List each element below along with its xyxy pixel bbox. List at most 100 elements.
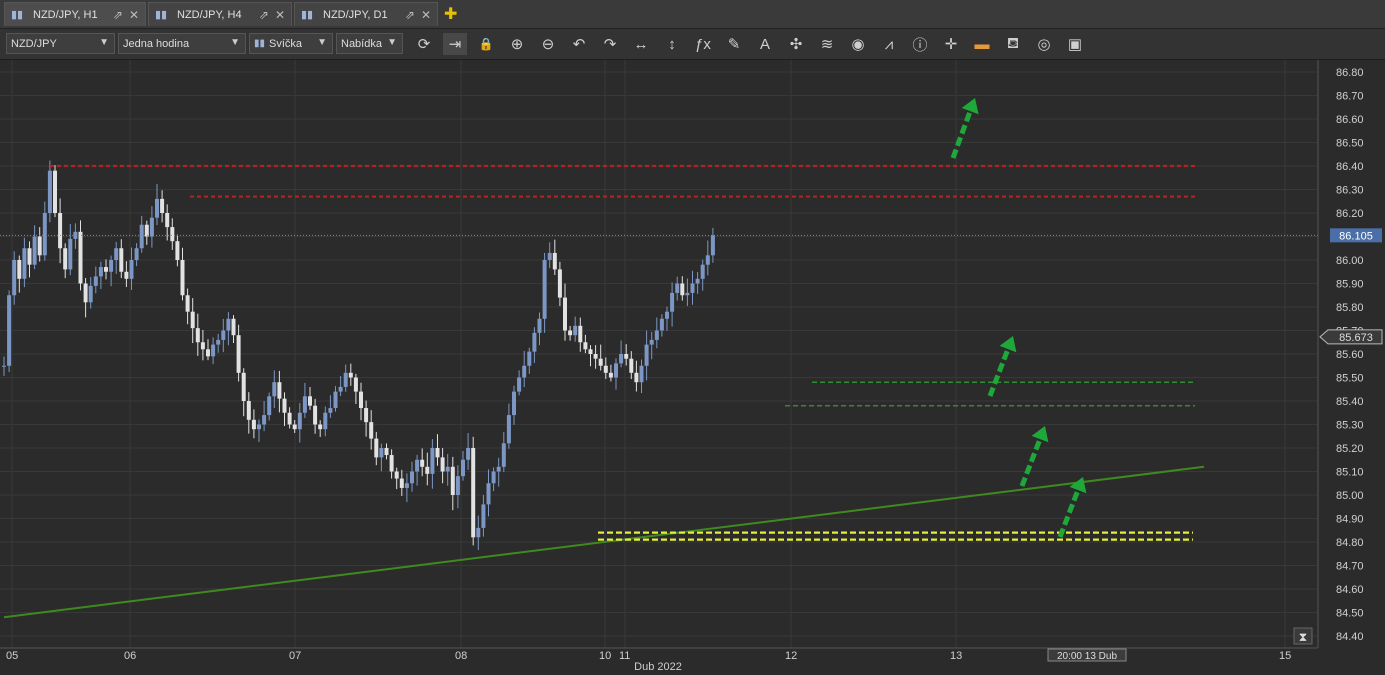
autoscale-button[interactable]: ⧗ — [1293, 627, 1313, 645]
candle-body — [496, 466, 501, 472]
vertical-scale-icon[interactable]: ↕ — [660, 33, 684, 55]
candle-body — [348, 372, 353, 378]
y-tick-label: 84.40 — [1336, 631, 1364, 643]
candle-body — [42, 213, 47, 256]
candle-body — [353, 377, 358, 392]
add-chart-icon[interactable]: ✚ — [444, 4, 457, 24]
x-tick-label: 06 — [124, 650, 136, 662]
candlestick-icon: ▮▮ — [155, 8, 168, 21]
reset-icon[interactable]: ◎ — [1032, 33, 1056, 55]
time-axis[interactable] — [0, 648, 1385, 675]
candle-body — [690, 283, 695, 293]
candle-body — [251, 419, 256, 430]
candle-body — [710, 235, 715, 256]
candle-body — [78, 231, 83, 284]
tab-bar: ▮▮ NZD/JPY, H1 ⇗ ✕ ▮▮ NZD/JPY, H4 ⇗ ✕ ▮▮… — [0, 0, 1385, 29]
close-icon[interactable]: ✕ — [421, 8, 431, 22]
candle-body — [629, 358, 634, 373]
tab-nzdjpy-h1[interactable]: ▮▮ NZD/JPY, H1 ⇗ ✕ — [4, 2, 146, 26]
candle-body — [180, 260, 185, 296]
candle-body — [119, 248, 124, 272]
candle-body — [608, 372, 613, 378]
candle-body — [206, 349, 210, 357]
candle-body — [440, 457, 445, 472]
undo-icon[interactable]: ↶ — [567, 33, 591, 55]
candle-body — [593, 354, 598, 359]
candle-body — [506, 415, 511, 444]
tab-label: NZD/JPY, D1 — [323, 8, 388, 21]
tab-nzdjpy-h4[interactable]: ▮▮ NZD/JPY, H4 ⇗ ✕ — [148, 2, 292, 26]
lock-icon[interactable]: 🔒 — [474, 33, 498, 55]
color-bar-icon[interactable]: ▬ — [970, 33, 994, 55]
candle-body — [404, 483, 409, 488]
candle-body — [384, 448, 389, 456]
secondary-price-label: 85.673 — [1339, 332, 1373, 344]
candle-body — [695, 278, 700, 284]
candle-body — [588, 349, 593, 354]
candle-body — [598, 358, 603, 366]
close-icon[interactable]: ✕ — [275, 8, 285, 22]
indicator-fx-icon[interactable]: ƒx — [691, 33, 715, 55]
symbol-select[interactable]: NZD/JPY ▼ — [6, 33, 115, 54]
chart-alert-icon[interactable]: ⩘ — [877, 33, 901, 55]
candle-body — [563, 297, 567, 331]
x-tick-label: 12 — [785, 650, 797, 662]
y-tick-label: 84.50 — [1336, 608, 1364, 620]
x-tick-label: 13 — [950, 650, 962, 662]
tab-nzdjpy-d1[interactable]: ▮▮ NZD/JPY, D1 ⇗ ✕ — [294, 2, 438, 26]
candle-body — [104, 267, 108, 272]
tab-label: NZD/JPY, H4 — [177, 8, 242, 21]
redo-icon[interactable]: ↷ — [598, 33, 622, 55]
detach-icon[interactable]: ⇗ — [259, 8, 269, 22]
candle-body — [639, 365, 644, 383]
autoscroll-icon[interactable]: ⇥ — [443, 33, 467, 55]
candle-body — [241, 372, 246, 401]
zoom-in-icon[interactable]: ⊕ — [505, 33, 529, 55]
info-icon[interactable]: ⓘ — [908, 33, 932, 55]
timeframe-value: Jedna hodina — [123, 37, 190, 50]
close-icon[interactable]: ✕ — [129, 8, 139, 22]
zoom-out-icon[interactable]: ⊖ — [536, 33, 560, 55]
candle-body — [471, 448, 476, 538]
price-chart[interactable]: 86.80 86.70 86.60 86.50 86.40 86.30 86.20 86.10… — [0, 60, 1385, 675]
candle-body — [190, 311, 195, 329]
candle-body — [262, 415, 267, 425]
hourglass-icon: ⧗ — [1299, 630, 1307, 644]
candle-body — [680, 283, 685, 296]
candle-body — [155, 198, 159, 218]
candle-body — [328, 408, 333, 413]
candle-body — [649, 339, 654, 345]
candle-body — [425, 466, 430, 474]
save-icon[interactable]: ▣ — [1063, 33, 1087, 55]
candle-body — [37, 236, 42, 256]
candle-body — [512, 391, 516, 416]
eye-icon[interactable]: ◉ — [846, 33, 870, 55]
cursor-cross-icon[interactable]: ✛ — [939, 33, 963, 55]
x-tick-label: 05 — [6, 650, 18, 662]
candle-body — [292, 424, 297, 430]
x-tick-label: 15 — [1279, 650, 1291, 662]
candle-body — [83, 283, 88, 303]
candle-body — [527, 351, 532, 366]
candle-body — [129, 260, 134, 279]
candle-body — [415, 459, 420, 472]
refresh-icon[interactable]: ⟳ — [412, 33, 436, 55]
candle-body — [323, 412, 328, 430]
detach-icon[interactable]: ⇗ — [405, 8, 415, 22]
timeframe-select[interactable]: Jedna hodina ▼ — [118, 33, 246, 54]
candle-body — [175, 241, 180, 260]
horizontal-scale-icon[interactable]: ↔ — [629, 33, 653, 55]
detach-icon[interactable]: ⇗ — [113, 8, 123, 22]
fill-bucket-icon[interactable]: ⛾ — [1001, 33, 1025, 55]
text-icon[interactable]: A — [753, 33, 777, 55]
crosshair-icon[interactable]: ✣ — [784, 33, 808, 55]
layers-icon[interactable]: ≋ — [815, 33, 839, 55]
candlestick-icon: ▮▮ — [11, 8, 24, 21]
candle-body — [333, 391, 338, 409]
candle-body — [359, 391, 363, 409]
candle-body — [109, 260, 114, 272]
pencil-icon[interactable]: ✎ — [722, 33, 746, 55]
chart-type-select[interactable]: ▮▮ Svíčka ▼ — [249, 33, 333, 54]
candle-body — [27, 248, 32, 265]
price-side-select[interactable]: Nabídka ▼ — [336, 33, 403, 54]
